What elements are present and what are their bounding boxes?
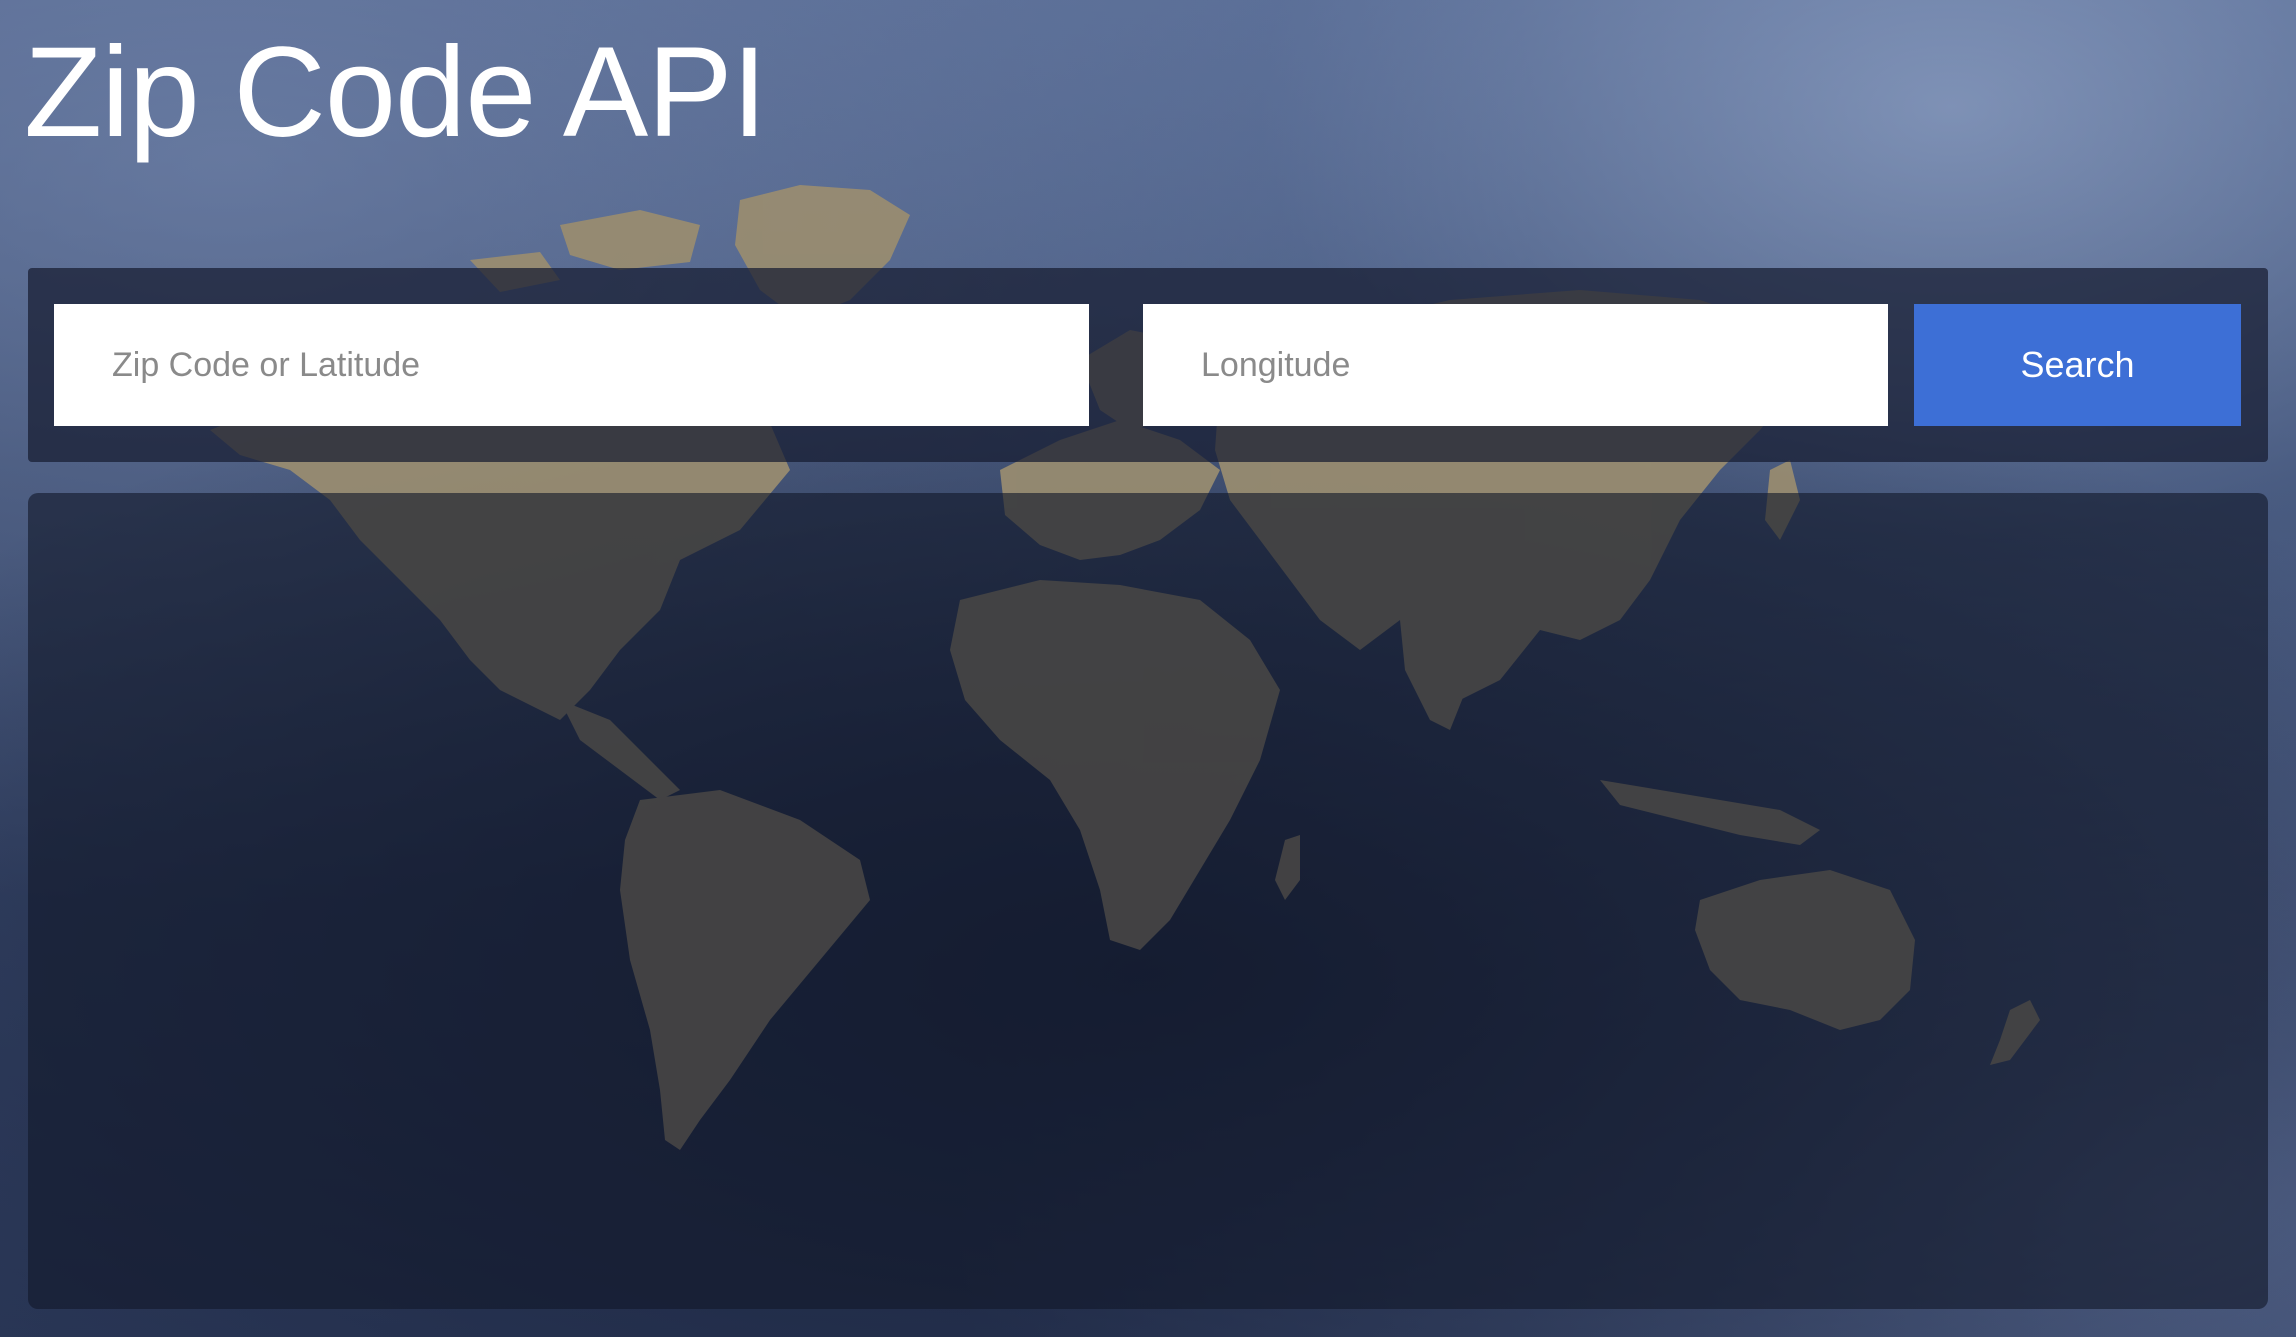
search-button[interactable]: Search xyxy=(1914,304,2241,426)
longitude-input[interactable] xyxy=(1143,304,1888,426)
results-panel xyxy=(28,493,2268,1309)
page-title: Zip Code API xyxy=(24,21,767,164)
zip-or-latitude-input[interactable] xyxy=(54,304,1089,426)
search-bar: Search xyxy=(28,268,2268,462)
